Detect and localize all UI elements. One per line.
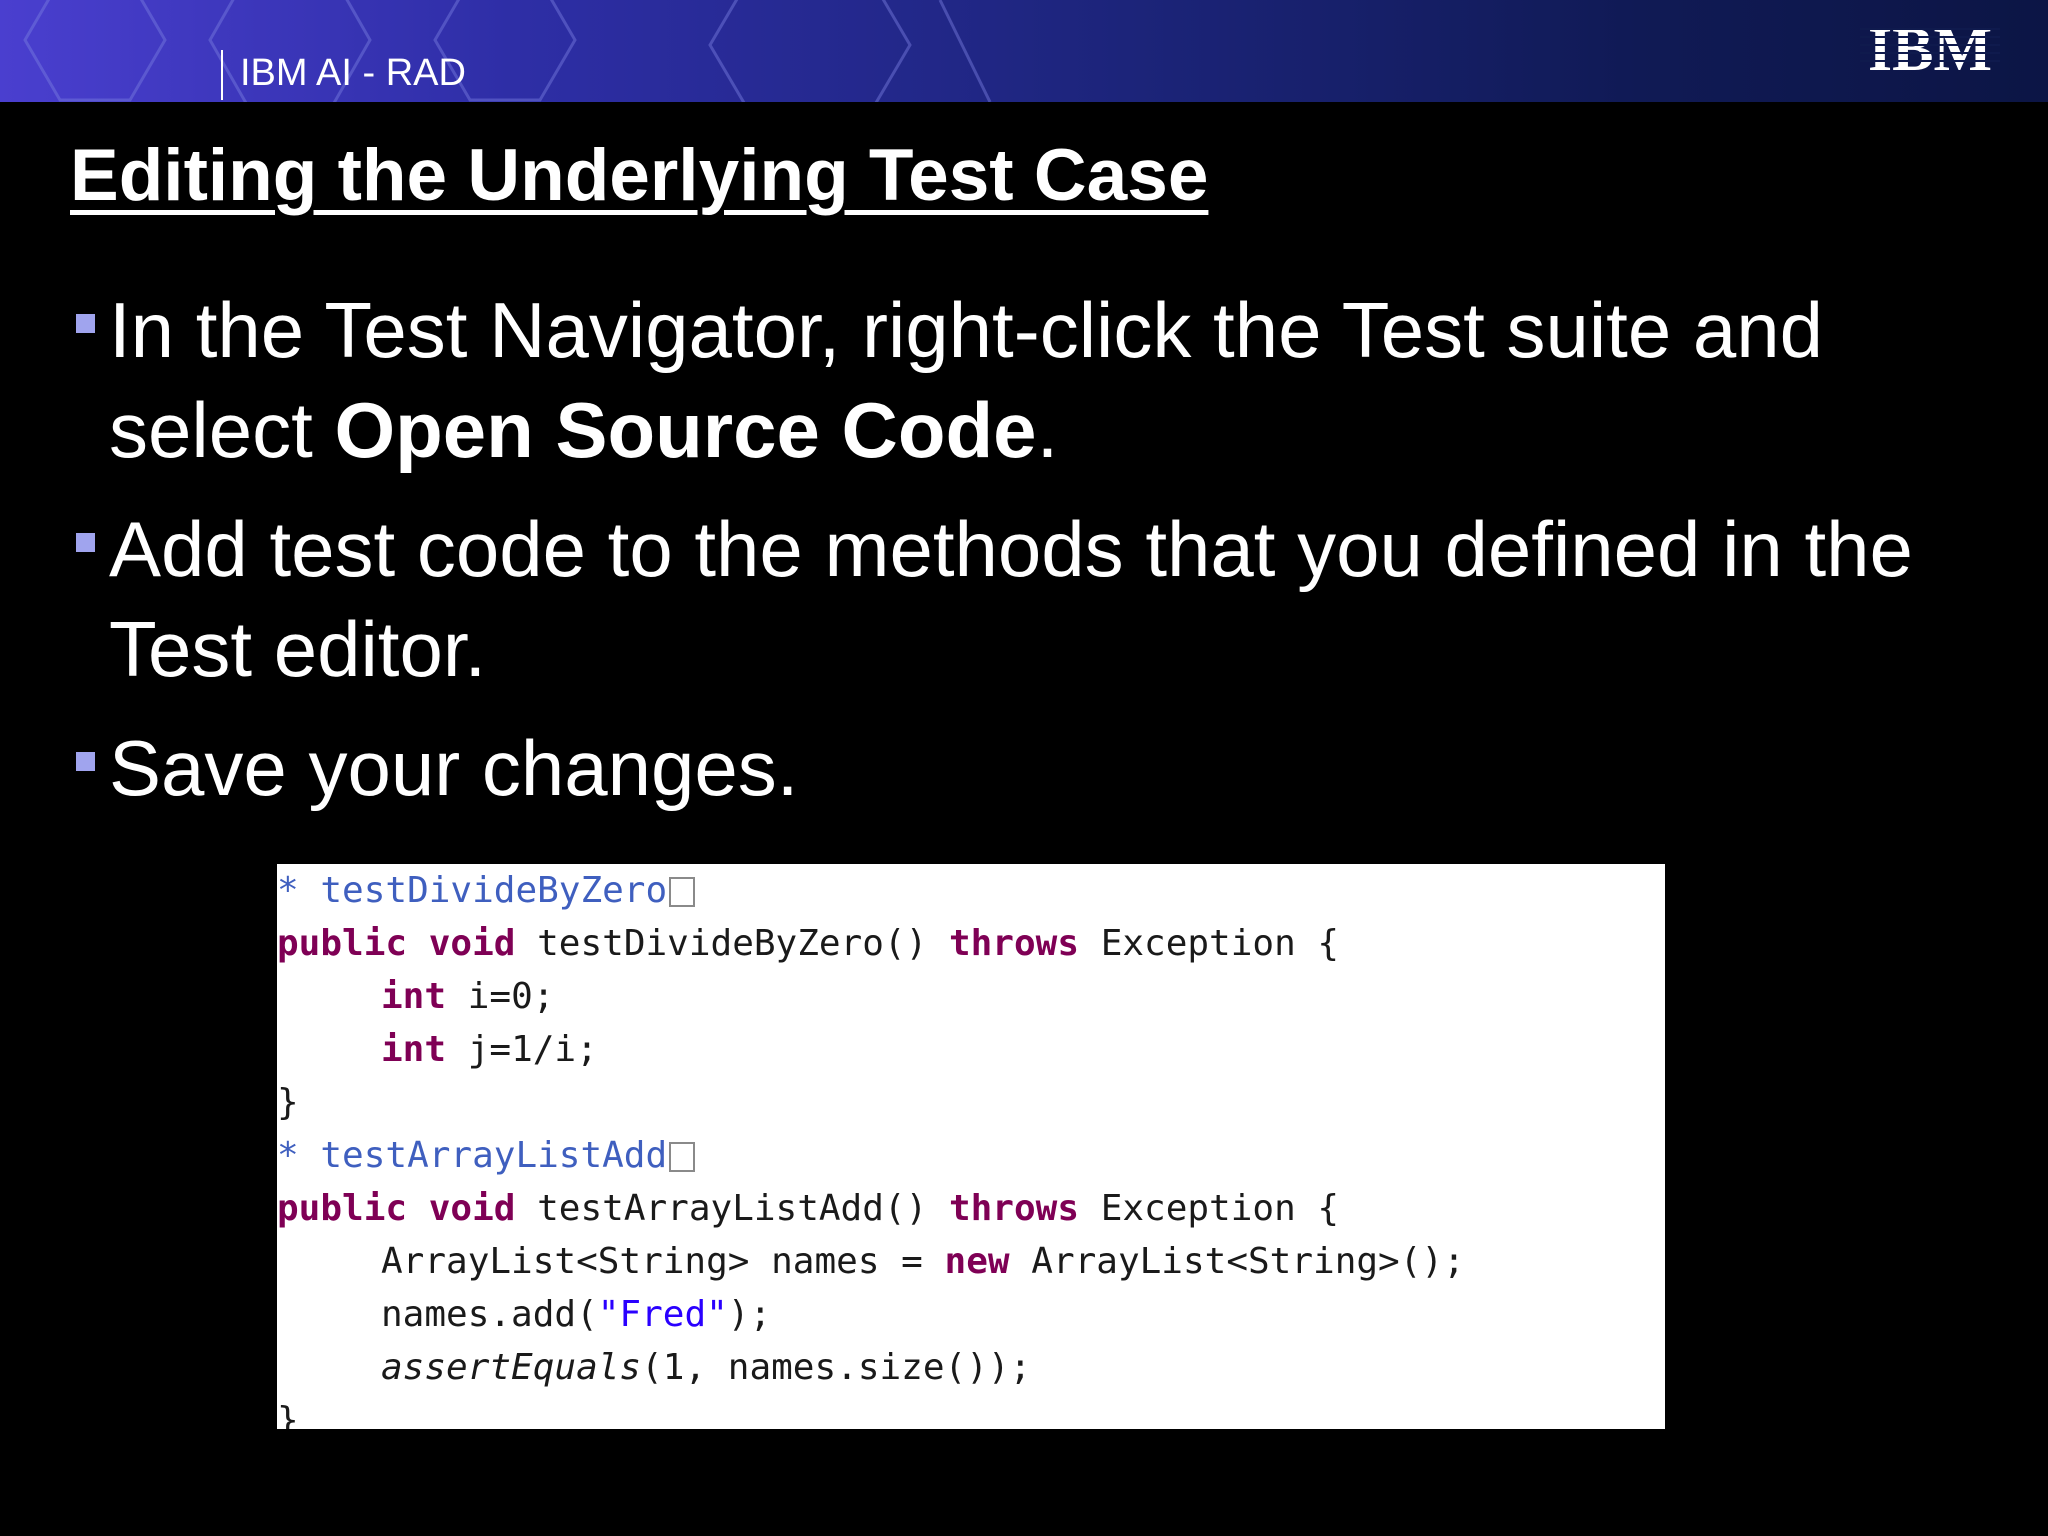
- static-method-call: assertEquals: [381, 1347, 642, 1388]
- code-text: );: [727, 1294, 772, 1335]
- code-screenshot: * testDivideByZero public void testDivid…: [277, 864, 1665, 1429]
- closing-brace: }: [277, 1400, 299, 1429]
- bullet-text-end: .: [1036, 386, 1059, 474]
- exception-type: Exception {: [1100, 923, 1340, 964]
- code-text: j=1/i;: [467, 1029, 598, 1070]
- comment-text: testDivideByZero: [320, 870, 668, 911]
- bullet-bold-text: Open Source Code: [334, 386, 1037, 474]
- slide-header: IBM AI - RAD IBM: [0, 0, 2048, 102]
- bullet-item-save: Save your changes.: [72, 718, 1992, 818]
- code-line-method-signature: public void testArrayListAdd() throws Ex…: [277, 1182, 1339, 1235]
- code-text: ArrayList<String> names =: [381, 1241, 923, 1282]
- code-text: ArrayList<String>();: [1031, 1241, 1465, 1282]
- square-bullet-icon: [76, 533, 95, 552]
- keyword-void: void: [428, 923, 516, 964]
- bullet-item-add-test-code: Add test code to the methods that you de…: [72, 499, 1992, 699]
- bullet-text: Add test code to the methods that you de…: [109, 505, 1913, 693]
- header-title: IBM AI - RAD: [240, 52, 466, 94]
- ibm-logo-icon: IBM: [1860, 20, 2000, 78]
- code-line-closing-brace: }: [277, 1076, 299, 1129]
- keyword-void: void: [428, 1188, 516, 1229]
- square-bullet-icon: [76, 314, 95, 333]
- code-text: names.add(: [381, 1294, 598, 1335]
- bullet-text: Save your changes.: [109, 724, 799, 812]
- exception-type: Exception {: [1100, 1188, 1340, 1229]
- bullet-item-open-source: In the Test Navigator, right-click the T…: [72, 280, 1992, 480]
- comment-text: testArrayListAdd: [320, 1135, 668, 1176]
- comment-star: *: [277, 870, 299, 911]
- keyword-new: new: [944, 1241, 1010, 1282]
- code-text: (1, names.size());: [641, 1347, 1032, 1388]
- code-line-closing-brace: }: [277, 1394, 299, 1429]
- folded-comment-icon: [669, 1142, 696, 1172]
- code-text: i=0;: [467, 976, 555, 1017]
- folded-comment-icon: [669, 877, 696, 907]
- keyword-public: public: [277, 1188, 408, 1229]
- method-name: testDivideByZero(): [537, 923, 928, 964]
- code-line: assertEquals(1, names.size());: [381, 1341, 1031, 1394]
- comment-star: *: [277, 1135, 299, 1176]
- code-line: int i=0;: [381, 970, 554, 1023]
- keyword-int: int: [381, 976, 447, 1017]
- code-line: ArrayList<String> names = new ArrayList<…: [381, 1235, 1465, 1288]
- header-divider: [221, 50, 223, 100]
- slide-title: Editing the Underlying Test Case: [70, 135, 1209, 216]
- bullet-list: In the Test Navigator, right-click the T…: [72, 280, 1992, 837]
- keyword-int: int: [381, 1029, 447, 1070]
- code-line-method-signature: public void testDivideByZero() throws Ex…: [277, 917, 1339, 970]
- code-line: int j=1/i;: [381, 1023, 598, 1076]
- square-bullet-icon: [76, 752, 95, 771]
- keyword-public: public: [277, 923, 408, 964]
- code-line-comment: * testArrayListAdd: [277, 1129, 696, 1182]
- method-name: testArrayListAdd(): [537, 1188, 928, 1229]
- code-line-comment: * testDivideByZero: [277, 864, 696, 917]
- keyword-throws: throws: [948, 1188, 1079, 1229]
- keyword-throws: throws: [948, 923, 1079, 964]
- code-line: names.add("Fred");: [381, 1288, 771, 1341]
- string-literal: "Fred": [597, 1294, 728, 1335]
- hexagon-pattern-icon: [23, 0, 992, 102]
- closing-brace: }: [277, 1082, 299, 1123]
